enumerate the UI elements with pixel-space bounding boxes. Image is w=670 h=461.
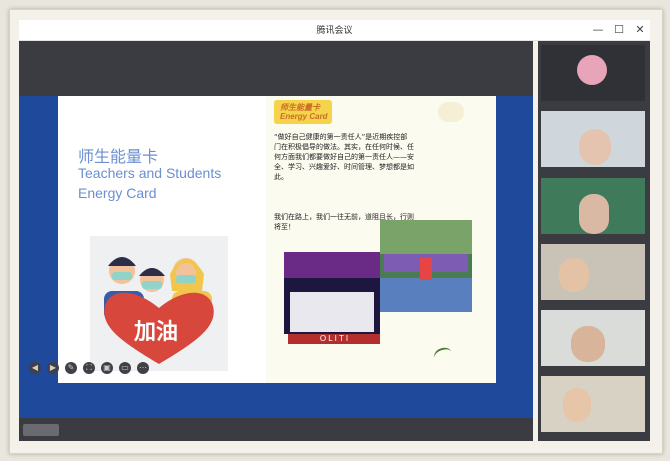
olympic-banner: O L I T I xyxy=(288,334,380,344)
chat-icon[interactable]: ▭ xyxy=(119,362,131,374)
minimize-button[interactable]: — xyxy=(590,22,606,37)
video-tile-participant-5[interactable] xyxy=(541,376,645,432)
video-tile-participant-3[interactable] xyxy=(541,244,645,300)
flower-decoration-icon xyxy=(438,102,464,122)
meeting-bottom-bar xyxy=(19,418,533,441)
slide-content: 师生能量卡 Teachers and Students Energy Card xyxy=(58,96,496,383)
close-button[interactable]: ✕ xyxy=(632,22,648,37)
prev-icon[interactable]: ◀ xyxy=(29,362,41,374)
more-icon[interactable]: ⋯ xyxy=(137,362,149,374)
video-tile-participant-4[interactable] xyxy=(541,310,645,366)
camera-icon[interactable]: ▣ xyxy=(101,362,113,374)
next-icon[interactable]: ▶ xyxy=(47,362,59,374)
pen-icon[interactable]: ✎ xyxy=(65,362,77,374)
banner-letters: O L I T I xyxy=(319,334,349,343)
shared-screen-area: 师生能量卡 Teachers and Students Energy Card xyxy=(19,41,533,441)
paragraph-health: “做好自己健康的第一责任人”是近期疾控部门在积极倡导的做法。其实，在任何时候、任… xyxy=(274,133,414,181)
title-bar: 腾讯会议 — ☐ ✕ xyxy=(19,20,650,41)
screenshot-icon[interactable]: ⛶ xyxy=(83,362,95,374)
cheer-poster-image: 加油 xyxy=(90,236,228,371)
performance-photo xyxy=(284,252,380,334)
slide-heading-cn: 师生能量卡 xyxy=(78,147,159,166)
blurred-participant-label xyxy=(23,424,59,436)
slide-heading-en-line1: Teachers and Students xyxy=(78,165,222,181)
energy-card-panel: 师生能量卡 Energy Card “做好自己健康的第一责任人”是近期疾控部门在… xyxy=(266,96,496,383)
video-tile-avatar[interactable] xyxy=(541,45,645,101)
slide-heading-en-line2: Energy Card xyxy=(78,185,157,201)
maximize-button[interactable]: ☐ xyxy=(611,22,627,37)
video-tile-participant-2[interactable] xyxy=(541,178,645,234)
video-tile-participant-1[interactable] xyxy=(541,111,645,167)
ribbon-title-en: Energy Card xyxy=(280,112,328,121)
leaf-decoration-icon xyxy=(432,345,454,365)
participant-video-column xyxy=(538,41,650,441)
annotation-toolbar: ◀ ▶ ✎ ⛶ ▣ ▭ ⋯ xyxy=(29,362,149,376)
poster-cheer-text: 加油 xyxy=(134,320,179,345)
sports-photo xyxy=(380,220,472,312)
lotus-avatar xyxy=(577,55,607,85)
window-title: 腾讯会议 xyxy=(316,26,353,36)
